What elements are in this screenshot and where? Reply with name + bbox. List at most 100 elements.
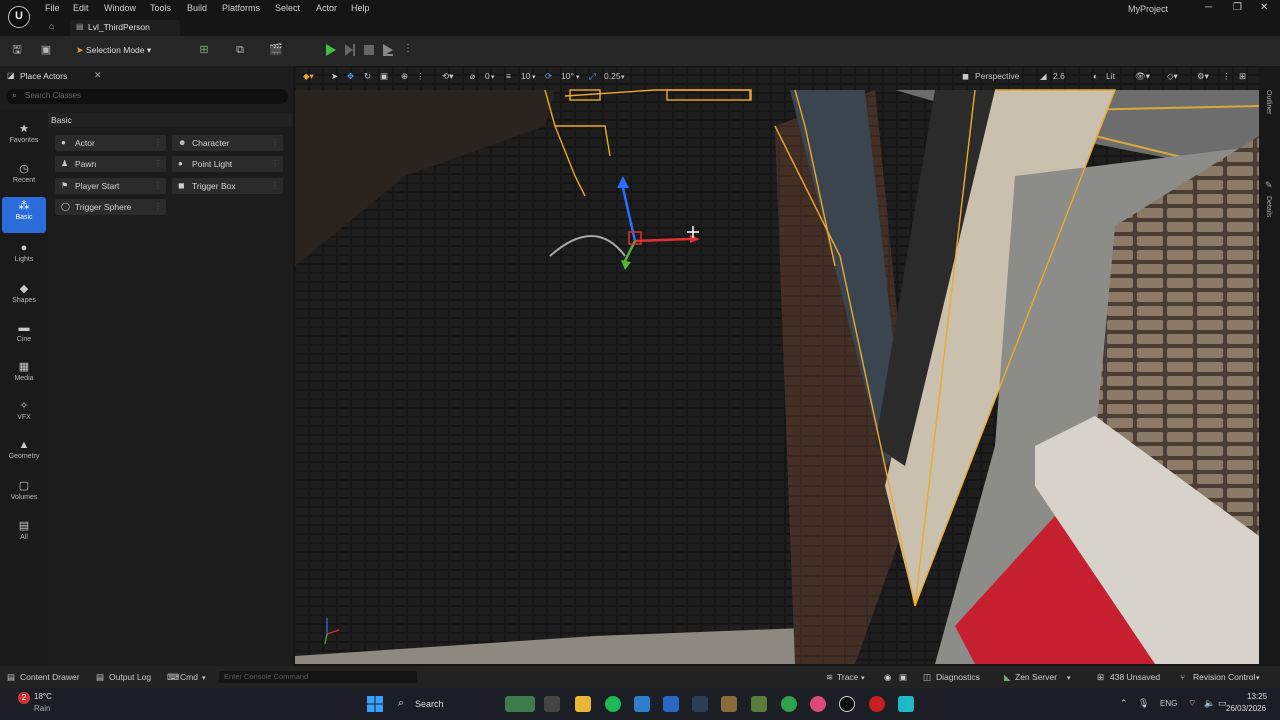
scale-icon[interactable]: ▣ [380,71,388,82]
more-options-icon[interactable]: ⋮ [403,43,413,54]
rotate-snap-value[interactable]: 10° [561,71,574,81]
minimize-icon[interactable]: ─ [1205,2,1212,13]
menu-window[interactable]: Window [104,3,136,13]
settings-icon[interactable]: ⚙▾ [1197,71,1209,82]
actor-item-trigger-sphere[interactable]: ◯ Trigger Sphere ⋮ [55,199,166,215]
menu-file[interactable]: File [45,3,60,13]
view-mode-dropdown[interactable]: Lit [1106,71,1115,81]
category-favorites[interactable]: ★ Favorites [2,120,46,156]
world-space-icon[interactable]: ⊕ [401,71,408,82]
stop-icon[interactable] [362,43,376,57]
details-tab[interactable]: Details [1265,196,1272,217]
menu-actor[interactable]: Actor [316,3,337,13]
category-recent[interactable]: ◷ Recent [2,160,46,196]
camera-icon[interactable]: ▣ [899,672,907,683]
chevron-down-icon[interactable]: ▾ [202,674,206,682]
grid-snap-icon[interactable]: ≡ [506,71,511,81]
zen-server-button[interactable]: Zen Server [1015,672,1057,682]
clock-date[interactable]: 26/03/2026 [1226,704,1266,713]
category-basic[interactable]: ⁂ Basic [2,197,46,233]
pencil-icon[interactable]: ✎ [1265,180,1273,191]
app-icon[interactable] [869,696,885,712]
category-all[interactable]: ▤ All [2,517,46,553]
scale-snap-value[interactable]: 0.25 [604,71,621,81]
translate-snap-value[interactable]: 10 [521,71,530,81]
unsaved-button[interactable]: 438 Unsaved [1110,672,1160,682]
search-icon[interactable]: ⌕ [398,697,404,710]
record-icon[interactable]: ◉ [884,672,891,683]
language-indicator[interactable]: ENG [1160,699,1177,708]
task-view-icon[interactable] [544,696,560,712]
outliner-tab[interactable]: Outliner [1265,90,1272,115]
level-viewport[interactable] [295,66,1259,664]
realtime-icon[interactable]: ◇▾ [1167,71,1178,82]
more-options-icon[interactable]: ⋮ [416,71,425,82]
menu-edit[interactable]: Edit [73,3,89,13]
volume-icon[interactable]: 🔈 [1204,698,1215,709]
step-icon[interactable] [343,43,357,57]
chevron-down-icon[interactable]: ▾ [532,73,536,81]
select-tool-icon[interactable]: ◆▾ [303,71,314,82]
app-icon[interactable] [810,696,826,712]
app-icon[interactable] [634,696,650,712]
category-volumes[interactable]: ▢ Volumes [2,477,46,513]
play-icon[interactable] [324,43,338,57]
view-mode-icon[interactable]: ◐ [1093,71,1098,81]
chevron-down-icon[interactable]: ▾ [1067,674,1071,682]
level-tab[interactable]: ▤ Lvl_ThirdPerson [70,20,180,36]
browse-icon[interactable]: ▣ [38,42,54,58]
trace-dropdown[interactable]: Trace [837,672,858,682]
camera-speed-icon[interactable]: ◢ [1040,71,1047,82]
chevron-up-icon[interactable]: ⌃ [1120,698,1128,709]
show-flags-icon[interactable]: 👁▾ [1135,71,1150,82]
chrome-icon[interactable] [781,696,797,712]
menu-tools[interactable]: Tools [150,3,171,13]
eject-icon[interactable] [381,43,395,57]
code-icon[interactable] [692,696,708,712]
chevron-down-icon[interactable]: ▾ [576,73,580,81]
minecraft-icon[interactable] [751,696,767,712]
actor-item-player-start[interactable]: ⚑ Player Start ⋮ [55,178,166,194]
search-input[interactable]: ⌕ Search Classes [6,89,288,104]
chevron-down-icon[interactable]: ▾ [621,73,625,81]
weather-alert-icon[interactable]: 2 [18,692,30,704]
rotation-snap-icon[interactable]: ⟳ [545,71,552,82]
actor-item-pawn[interactable]: ♟ Pawn ⋮ [55,156,166,172]
output-log-button[interactable]: Output Log [109,672,151,682]
cinematics-icon[interactable]: 🎬 [268,42,284,58]
weather-temp[interactable]: 18°C [34,692,52,701]
category-geometry[interactable]: ▲ Geometry [2,437,46,473]
translate-icon[interactable]: ✥ [347,71,354,82]
save-icon[interactable]: 🖫 [9,42,25,58]
selection-mode-dropdown[interactable]: ➤ Selection Mode ▾ [76,42,151,58]
file-explorer-icon[interactable] [575,696,591,712]
content-drawer-button[interactable]: Content Drawer [20,672,80,682]
actor-item-character[interactable]: ☻ Character ⋮ [172,135,283,151]
actor-item-point-light[interactable]: ● Point Light ⋮ [172,156,283,172]
menu-build[interactable]: Build [187,3,207,13]
home-icon[interactable]: ⌂ [49,21,54,31]
blueprint-icon[interactable]: ⧉ [232,42,248,58]
chevron-down-icon[interactable]: ▾ [491,73,495,81]
menu-help[interactable]: Help [351,3,370,13]
angle-value[interactable]: 0 [485,71,490,81]
add-content-icon[interactable]: ⊞ [196,42,212,58]
category-cine[interactable]: ▬ Cine [2,320,46,356]
category-media[interactable]: ▦ Media [2,358,46,394]
revision-control-button[interactable]: Revision Control [1193,672,1255,682]
perspective-dropdown[interactable]: Perspective [975,71,1019,81]
arrow-select-icon[interactable]: ➤ [331,71,338,82]
spotify-icon[interactable] [605,696,621,712]
category-lights[interactable]: ● Lights [2,240,46,276]
chevron-down-icon[interactable]: ▾ [861,674,865,682]
layout-icon[interactable]: ⊞ [1239,71,1246,82]
cmd-dropdown[interactable]: Cmd [180,672,198,682]
menu-platforms[interactable]: Platforms [222,3,260,13]
tool-icon[interactable] [721,696,737,712]
restore-icon[interactable]: ❐ [1233,2,1242,13]
taskbar-search[interactable]: Search [415,699,444,709]
more-options-icon[interactable]: ⋮ [1222,71,1231,82]
unreal-logo-icon[interactable]: U [8,6,30,28]
app-icon[interactable] [898,696,914,712]
store-icon[interactable] [663,696,679,712]
